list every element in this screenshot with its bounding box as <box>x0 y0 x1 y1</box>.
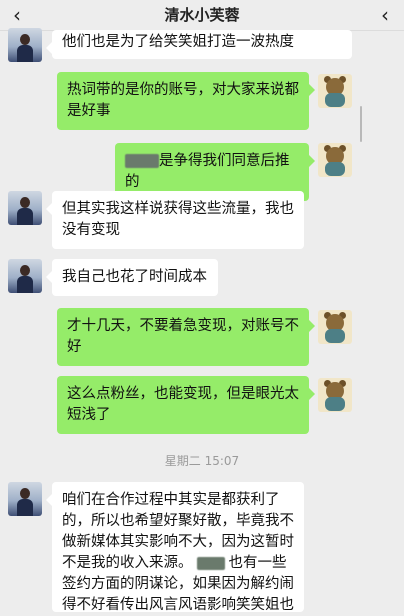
message-text: 是好事 <box>67 103 111 119</box>
redacted-text <box>125 154 159 168</box>
avatar[interactable] <box>8 191 42 225</box>
message-bubble: 但其实我这样说获得这些流量，我也 没有变现 <box>46 191 304 249</box>
message-text: 这么点粉丝，也能变现，但是眼光太 <box>67 386 299 402</box>
message-bubble: 热词带的是你的账号，对大家来说都 是好事 <box>57 72 315 130</box>
avatar[interactable] <box>318 310 352 344</box>
message-bubble: 才十几天，不要着急变现，对账号不 好 <box>57 308 315 366</box>
timestamp: 星期二 15:07 <box>164 454 240 468</box>
message-bubble: 我自己也花了时间成本 <box>46 259 218 296</box>
redacted-text <box>196 556 225 570</box>
avatar[interactable] <box>8 259 42 293</box>
message-text: 没有变现 <box>62 222 120 238</box>
chat-title: 清水小芙蓉 <box>164 6 240 24</box>
message-text: 他们也是为了给笑笑姐打造一波热度 <box>62 34 294 50</box>
avatar[interactable] <box>318 74 352 108</box>
avatar[interactable] <box>8 28 42 62</box>
avatar[interactable] <box>8 482 42 516</box>
message-text: 不是我的收入来源。 也有一些 <box>62 553 294 574</box>
avatar[interactable] <box>318 378 352 412</box>
message-bubble: 他们也是为了给笑笑姐打造一波热度 <box>46 30 352 59</box>
message-text: 咱们在合作过程中其实是都获利了 <box>62 492 280 508</box>
top-bar: ‹ 清水小芙蓉 ‹ <box>0 0 404 31</box>
message-text: 但其实我这样说获得这些流量，我也 <box>62 201 294 217</box>
message-text: 才十几天，不要着急变现，对账号不 <box>67 318 299 334</box>
avatar[interactable] <box>318 143 352 177</box>
message-text-part: 不是我的收入来源。 <box>62 555 193 571</box>
message-bubble: 咱们在合作过程中其实是都获利了 的，所以也希望好聚好散，毕竟我不 做新媒体其实影… <box>46 482 304 613</box>
message-text: 的，所以也希望好聚好散，毕竟我不 <box>62 513 294 529</box>
message-text: 热词带的是你的账号，对大家来说都 <box>67 82 299 98</box>
message-text: 短浅了 <box>67 407 111 423</box>
message-text: 我自己也花了时间成本 <box>62 269 207 285</box>
message-text-part: 也有一些 <box>228 555 287 571</box>
scrollbar[interactable] <box>360 106 362 142</box>
chevron-left-icon[interactable]: ‹ <box>374 0 396 30</box>
message-text: 好 <box>67 339 82 355</box>
message-bubble: 这么点粉丝，也能变现，但是眼光太 短浅了 <box>57 376 315 434</box>
message-text: 签约方面的阴谋论，如果因为解约闹 <box>62 576 294 592</box>
message-text: 做新媒体其实影响不大，因为这暂时 <box>62 534 294 550</box>
